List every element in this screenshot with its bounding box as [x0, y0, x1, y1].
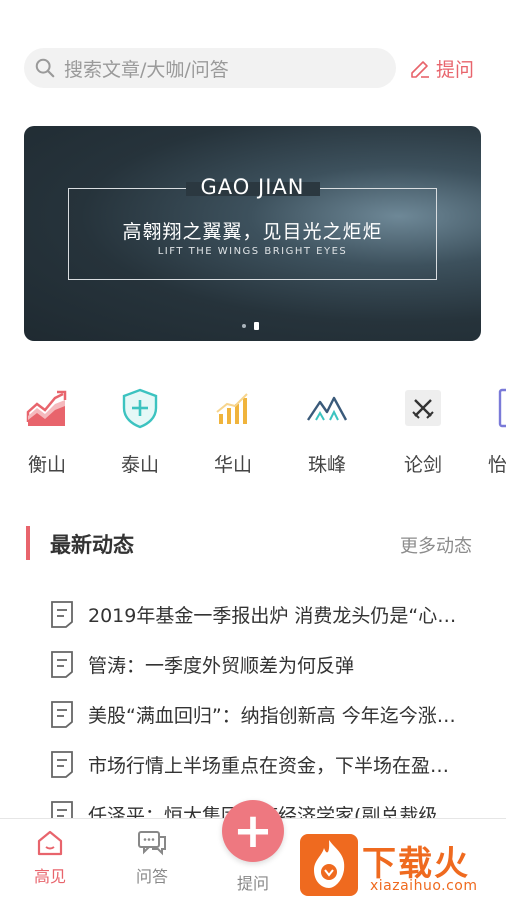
category-huashan[interactable]: 华山	[198, 386, 268, 477]
tab-gaojian[interactable]: 高见	[20, 827, 80, 887]
shield-plus-icon	[122, 388, 158, 429]
plus-icon: +	[232, 803, 274, 859]
category-partial[interactable]: 怡	[488, 386, 506, 477]
tab-label: 问答	[135, 867, 168, 886]
ask-question-label: 提问	[436, 58, 475, 81]
article-icon	[51, 751, 73, 778]
tab-label: 提问	[236, 874, 269, 893]
bar-chart-icon	[216, 393, 248, 424]
category-label: 珠峰	[307, 454, 346, 476]
watermark-site: xiazaihuo.com	[370, 878, 478, 894]
edit-pencil-icon	[411, 61, 429, 78]
search-input[interactable]: 搜索文章/大咖/问答	[64, 55, 229, 82]
banner-title: GAO JIAN	[200, 175, 305, 199]
list-item[interactable]: 2019年基金一季报出炉 消费龙头仍是“心…	[50, 594, 490, 634]
search-bar[interactable]: 搜索文章/大咖/问答	[24, 48, 396, 88]
category-label: 华山	[213, 454, 252, 476]
category-label: 衡山	[27, 454, 66, 476]
mountain-icon	[307, 396, 348, 421]
home-icon	[37, 830, 63, 856]
category-zhufeng[interactable]: 珠峰	[292, 386, 362, 477]
banner-carousel[interactable]: GAO JIAN 高翱翔之翼翼，见目光之炬炬 LIFT THE WINGS BR…	[24, 126, 481, 341]
list-item[interactable]: 美股“满血回归”：纳指创新高 今年迄今涨…	[50, 694, 490, 734]
banner-english-caption: LIFT THE WINGS BRIGHT EYES	[157, 246, 348, 257]
carousel-indicators	[242, 322, 259, 330]
category-lunjian[interactable]: 论剑	[388, 386, 458, 477]
category-label: 怡	[488, 454, 506, 476]
category-label: 泰山	[120, 454, 159, 476]
banner-title-wrap: GAO JIAN	[24, 171, 481, 203]
banner-subtitle: 高翱翔之翼翼，见目光之炬炬	[122, 221, 383, 243]
news-title: 市场行情上半场重点在资金，下半场在盈…	[88, 754, 450, 777]
document-icon	[498, 388, 506, 428]
ask-question-button[interactable]: 提问	[408, 52, 474, 84]
search-icon	[35, 58, 55, 78]
watermark-logo	[300, 834, 358, 896]
article-icon	[51, 601, 73, 628]
article-icon	[51, 701, 73, 728]
news-title: 美股“满血回归”：纳指创新高 今年迄今涨…	[88, 704, 456, 727]
section-title: 最新动态	[50, 533, 134, 557]
flame-icon	[314, 840, 345, 888]
news-title: 2019年基金一季报出炉 消费龙头仍是“心…	[88, 604, 457, 627]
list-item[interactable]: 管涛：一季度外贸顺差为何反弹	[50, 644, 490, 684]
crossed-swords-icon	[405, 390, 441, 426]
ask-plus-button[interactable]: +	[222, 800, 284, 862]
tab-label: 高见	[33, 867, 66, 886]
tab-wenda[interactable]: 问答	[122, 827, 182, 887]
more-updates-link[interactable]: 更多动态	[400, 532, 472, 558]
category-taishan[interactable]: 泰山	[105, 386, 175, 477]
carousel-dot-active[interactable]	[254, 322, 259, 330]
chat-bubbles-icon	[138, 831, 166, 856]
news-title: 管涛：一季度外贸顺差为何反弹	[88, 654, 355, 677]
category-label: 论剑	[403, 454, 442, 476]
article-icon	[51, 651, 73, 678]
list-item[interactable]: 市场行情上半场重点在资金，下半场在盈…	[50, 744, 490, 784]
category-hengshan[interactable]: 衡山	[12, 386, 82, 477]
carousel-dot[interactable]	[242, 324, 246, 328]
chart-rise-icon	[26, 390, 67, 426]
section-accent-bar	[26, 526, 30, 560]
